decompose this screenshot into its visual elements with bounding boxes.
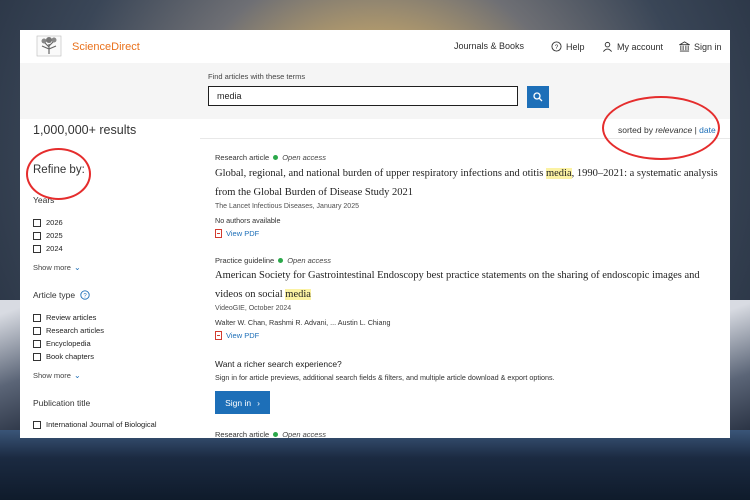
filter-research-articles[interactable]: Research articles	[33, 326, 104, 335]
filter-year-2024[interactable]: 2024	[33, 244, 63, 253]
checkbox[interactable]	[33, 420, 41, 429]
filter-book-chapters[interactable]: Book chapters	[33, 352, 94, 361]
view-pdf-label: View PDF	[226, 331, 260, 340]
checkbox[interactable]	[33, 339, 41, 348]
show-more-label: Show more	[33, 371, 71, 380]
checkbox[interactable]	[33, 326, 41, 335]
sign-in-label: Sign in	[225, 397, 252, 408]
filter-publication-title[interactable]: International Journal of Biological	[33, 420, 157, 429]
years-show-more[interactable]: Show more ⌄	[33, 263, 81, 272]
annotation-circle-sort	[602, 96, 720, 160]
elsevier-tree-icon[interactable]	[36, 35, 62, 57]
article-type-heading: Article type ?	[33, 290, 90, 300]
open-access-label: Open access	[282, 430, 326, 438]
filter-label: International Journal of Biological	[46, 420, 157, 429]
user-icon	[603, 41, 612, 52]
nav-sign-in-label: Sign in	[694, 41, 722, 52]
article-1-title[interactable]: Global, regional, and national burden of…	[215, 164, 725, 202]
article-type: Research article	[215, 153, 270, 162]
title-highlight: media	[545, 168, 572, 179]
nav-journals-books[interactable]: Journals & Books	[454, 41, 524, 51]
nav-help[interactable]: ? Help	[551, 41, 585, 52]
brand-name[interactable]: ScienceDirect	[72, 41, 140, 53]
search-input[interactable]: media	[208, 86, 518, 106]
publication-title-heading: Publication title	[33, 398, 90, 408]
promo-text: Sign in for article previews, additional…	[215, 373, 555, 382]
search-label: Find articles with these terms	[208, 72, 306, 81]
publication-title-heading-label: Publication title	[33, 398, 91, 408]
annotation-circle-refine	[26, 148, 91, 200]
pdf-icon	[215, 331, 222, 340]
nav-my-account[interactable]: My account	[602, 41, 663, 52]
filter-label: Review articles	[46, 313, 97, 322]
article-1-source: The Lancet Infectious Diseases, January …	[215, 203, 359, 210]
results-count: 1,000,000+ results	[33, 123, 137, 137]
nav-sign-in[interactable]: Sign in	[679, 41, 722, 52]
article-2-authors: Walter W. Chan, Rashmi R. Advani, ... Au…	[215, 318, 391, 327]
institution-icon	[679, 41, 690, 52]
open-access-dot-icon	[273, 432, 279, 437]
filter-label: Book chapters	[46, 352, 94, 361]
article-2-source: VideoGIE, October 2024	[215, 305, 292, 312]
open-access-dot-icon	[278, 258, 284, 263]
article-type-heading-label: Article type	[33, 290, 76, 300]
article-type: Research article	[215, 430, 270, 438]
search-icon	[533, 92, 543, 102]
svg-text:?: ?	[555, 44, 559, 51]
pdf-icon	[215, 229, 222, 238]
filter-label: 2025	[46, 231, 63, 240]
article-3-meta: Research article Open access	[215, 430, 326, 438]
checkbox[interactable]	[33, 218, 41, 227]
chevron-right-icon: ›	[257, 397, 260, 408]
promo-sign-in-button[interactable]: Sign in ›	[215, 391, 270, 414]
nav-my-account-label: My account	[617, 41, 664, 52]
show-more-label: Show more	[33, 263, 71, 272]
article-1-meta: Research article Open access	[215, 153, 326, 162]
filter-label: Research articles	[46, 326, 104, 335]
filter-year-2025[interactable]: 2025	[33, 231, 63, 240]
filter-encyclopedia[interactable]: Encyclopedia	[33, 339, 91, 348]
checkbox[interactable]	[33, 352, 41, 361]
search-button[interactable]	[527, 86, 549, 108]
background-water	[0, 430, 750, 500]
filter-label: 2024	[46, 244, 63, 253]
article-2-meta: Practice guideline Open access	[215, 256, 331, 265]
top-bar: ScienceDirect Journals & Books ? Help My…	[20, 30, 730, 64]
article-type: Practice guideline	[215, 256, 275, 265]
checkbox[interactable]	[33, 231, 41, 240]
open-access-label: Open access	[287, 256, 331, 265]
article-2-title[interactable]: American Society for Gastrointestinal En…	[215, 266, 725, 304]
filter-label: 2026	[46, 218, 63, 227]
checkbox[interactable]	[33, 244, 41, 253]
help-icon: ?	[551, 41, 562, 52]
checkbox[interactable]	[33, 313, 41, 322]
open-access-dot-icon	[273, 155, 279, 160]
nav-help-label: Help	[566, 41, 585, 52]
open-access-label: Open access	[282, 153, 326, 162]
article-1-authors: No authors available	[215, 216, 281, 225]
article-type-show-more[interactable]: Show more ⌄	[33, 371, 81, 380]
title-highlight: media	[285, 289, 311, 300]
filter-review-articles[interactable]: Review articles	[33, 313, 96, 322]
promo-heading: Want a richer search experience?	[215, 359, 342, 369]
chevron-down-icon: ⌄	[73, 371, 81, 380]
filter-label: Encyclopedia	[46, 339, 91, 348]
title-text: Global, regional, and national burden of…	[215, 168, 546, 179]
chevron-down-icon: ⌄	[73, 263, 81, 272]
info-icon[interactable]: ?	[80, 290, 90, 300]
article-1-view-pdf[interactable]: View PDF	[215, 229, 259, 238]
nav-journals-books-label: Journals & Books	[454, 41, 525, 51]
article-2-view-pdf[interactable]: View PDF	[215, 331, 259, 340]
view-pdf-label: View PDF	[226, 229, 260, 238]
sciencedirect-page: ScienceDirect Journals & Books ? Help My…	[20, 30, 730, 438]
filter-year-2026[interactable]: 2026	[33, 218, 63, 227]
